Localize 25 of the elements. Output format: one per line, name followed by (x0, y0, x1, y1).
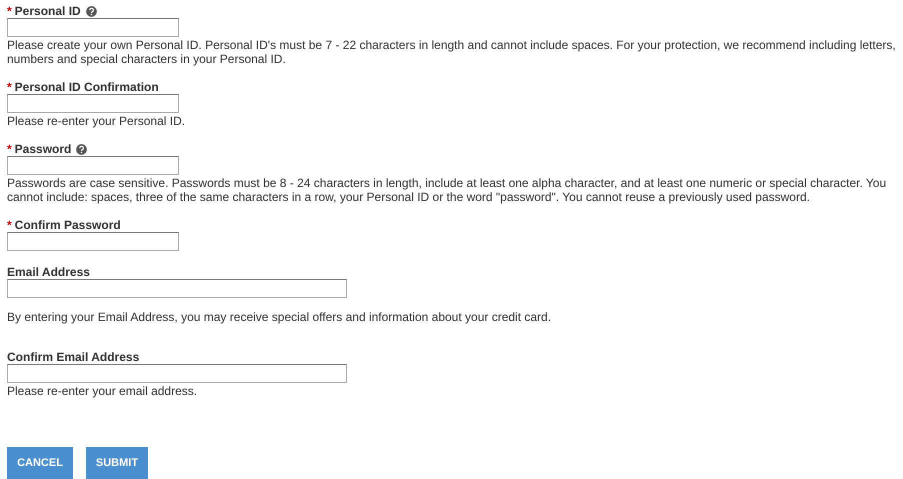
help-icon[interactable] (86, 6, 97, 16)
required-mark: * (7, 142, 12, 156)
field-hint: Passwords are case sensitive. Passwords must be 8 - 24 characters in length, include at least one alpha character, and at least one numeric or special character. You cannot include: spaces, three of the same characters in a row, your Personal ID or the word "password". You cannot reuse a previously used password. (7, 176, 888, 204)
field-label: Password (14, 142, 72, 156)
field-label: Confirm Email Address (7, 350, 140, 364)
text-input[interactable] (7, 18, 179, 37)
required-mark: * (7, 80, 12, 94)
field-label: Email Address (7, 265, 90, 279)
required-mark: * (7, 4, 12, 18)
text-input[interactable] (7, 156, 179, 175)
field-label: Personal ID (14, 4, 81, 18)
field-hint: Please create your own Personal ID. Personal ID's must be 7 - 22 characters in length and cannot include spaces. For your protection, we recommend including letters, numbers and special characters in your Personal ID. (7, 38, 896, 66)
help-icon[interactable] (76, 144, 88, 154)
form-button[interactable]: CANCEL (7, 447, 73, 479)
text-input[interactable] (7, 232, 179, 251)
form-button[interactable]: SUBMIT (86, 447, 148, 479)
text-input[interactable] (7, 279, 347, 298)
field-hint: Please re-enter your Personal ID. (7, 114, 186, 128)
required-mark: * (7, 218, 12, 232)
field-label: Confirm Password (14, 218, 121, 232)
field-label: Personal ID Confirmation (14, 80, 159, 94)
field-hint: Please re-enter your email address. (7, 384, 198, 398)
text-input[interactable] (7, 364, 347, 383)
field-note: By entering your Email Address, you may receive special offers and information about your credit card. (7, 310, 552, 324)
text-input[interactable] (7, 94, 179, 113)
